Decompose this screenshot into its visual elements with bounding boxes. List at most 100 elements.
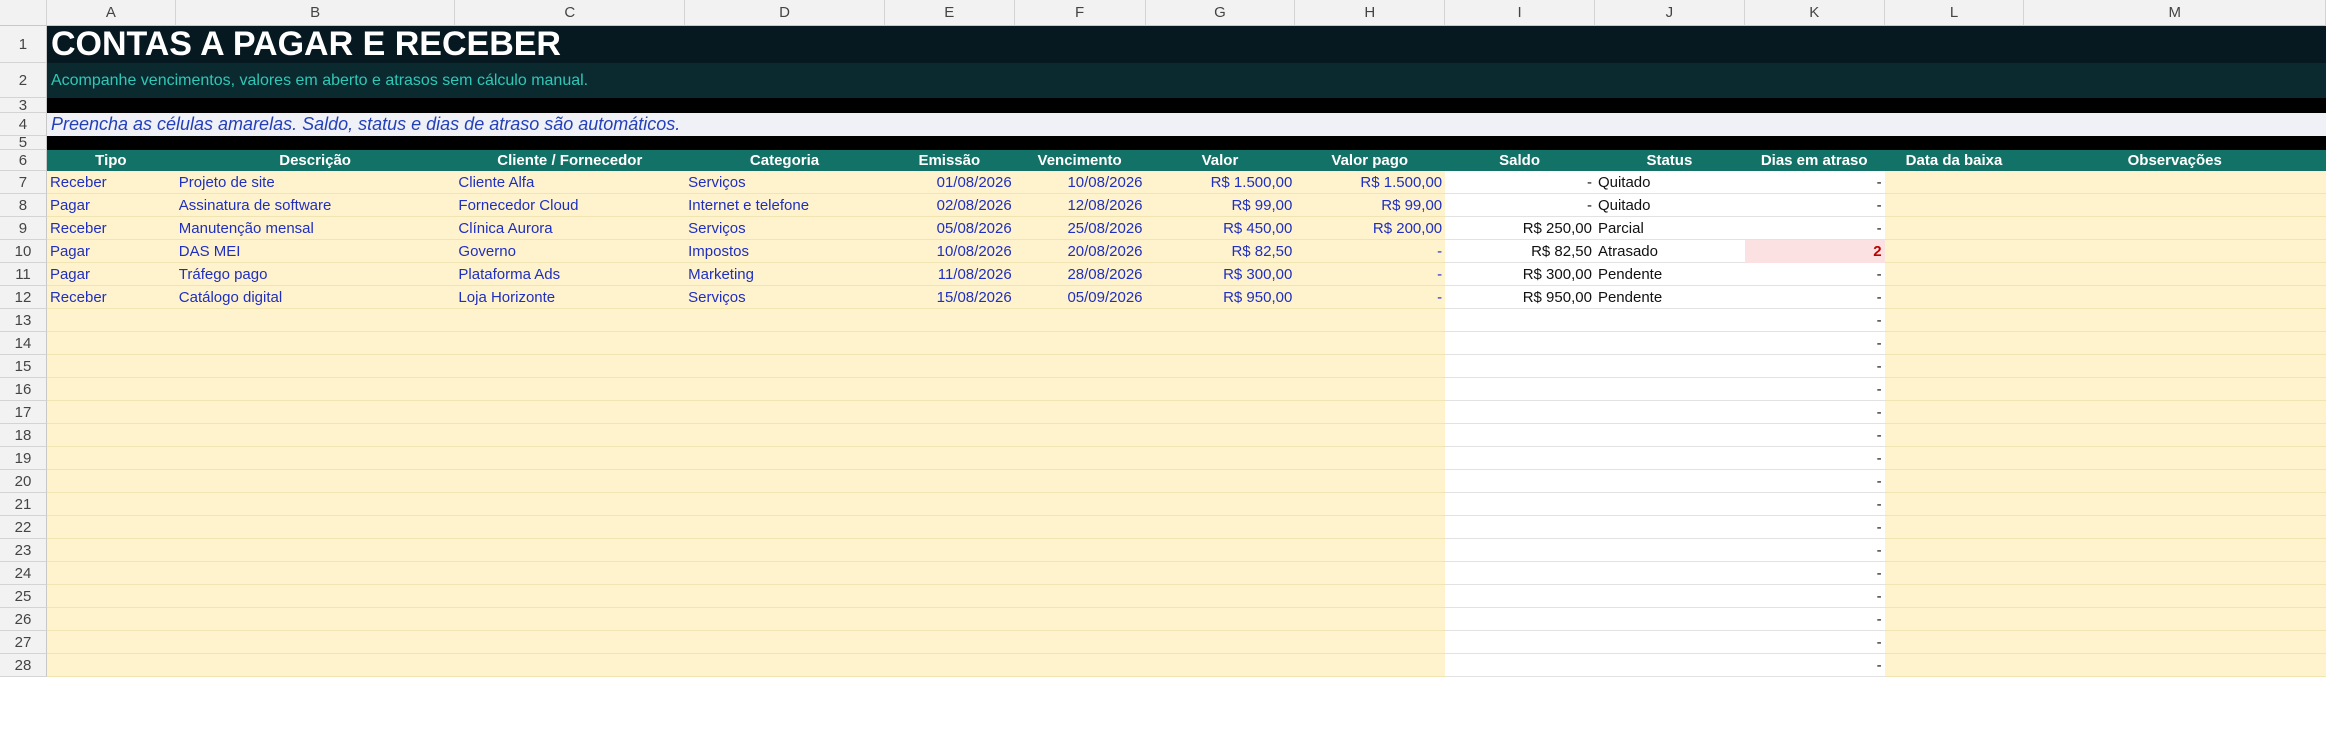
- cell-b26[interactable]: [175, 608, 456, 631]
- cell-g22[interactable]: [1145, 516, 1296, 539]
- cell-m17[interactable]: [2024, 401, 2326, 424]
- cell-i8[interactable]: -: [1445, 194, 1595, 217]
- cell-k7[interactable]: -: [1744, 171, 1885, 194]
- cell-i11[interactable]: R$ 300,00: [1445, 263, 1595, 286]
- column-header-a[interactable]: A: [46, 0, 176, 26]
- select-all-corner[interactable]: [0, 0, 47, 26]
- cell-m9[interactable]: [2024, 217, 2326, 240]
- column-header-h[interactable]: H: [1295, 0, 1446, 26]
- cell-c15[interactable]: [455, 355, 686, 378]
- cell-j11[interactable]: Pendente: [1594, 263, 1745, 286]
- cell-b9[interactable]: Manutenção mensal: [175, 217, 456, 240]
- cell-i19[interactable]: [1445, 447, 1595, 470]
- cell-d27[interactable]: [685, 631, 885, 654]
- cell-d11[interactable]: Marketing: [685, 263, 885, 286]
- cell-j7[interactable]: Quitado: [1594, 171, 1745, 194]
- row-number-9[interactable]: 9: [0, 217, 47, 240]
- header-categoria[interactable]: Categoria: [685, 150, 885, 171]
- cell-m8[interactable]: [2024, 194, 2326, 217]
- cell-f23[interactable]: [1014, 539, 1146, 562]
- cell-f22[interactable]: [1014, 516, 1146, 539]
- cell-e23[interactable]: [884, 539, 1015, 562]
- cell-a8[interactable]: Pagar: [46, 194, 176, 217]
- cell-g21[interactable]: [1145, 493, 1296, 516]
- cell-f11[interactable]: 28/08/2026: [1014, 263, 1146, 286]
- cell-k26[interactable]: -: [1744, 608, 1885, 631]
- row-number-24[interactable]: 24: [0, 562, 47, 585]
- row-number-15[interactable]: 15: [0, 355, 47, 378]
- header-vencimento[interactable]: Vencimento: [1014, 150, 1146, 171]
- cell-b24[interactable]: [175, 562, 456, 585]
- cell-c20[interactable]: [455, 470, 686, 493]
- row-number-22[interactable]: 22: [0, 516, 47, 539]
- cell-h27[interactable]: [1295, 631, 1446, 654]
- cell-f27[interactable]: [1014, 631, 1146, 654]
- cell-k12[interactable]: -: [1744, 286, 1885, 309]
- cell-g18[interactable]: [1145, 424, 1296, 447]
- cell-a13[interactable]: [46, 309, 176, 332]
- cell-a21[interactable]: [46, 493, 176, 516]
- cell-l9[interactable]: [1884, 217, 2025, 240]
- cell-a9[interactable]: Receber: [46, 217, 176, 240]
- cell-l26[interactable]: [1884, 608, 2025, 631]
- cell-e15[interactable]: [884, 355, 1015, 378]
- cell-f14[interactable]: [1014, 332, 1146, 355]
- row-number-2[interactable]: 2: [0, 63, 47, 98]
- cell-e20[interactable]: [884, 470, 1015, 493]
- cell-f9[interactable]: 25/08/2026: [1014, 217, 1146, 240]
- cell-e24[interactable]: [884, 562, 1015, 585]
- cell-c17[interactable]: [455, 401, 686, 424]
- cell-j26[interactable]: [1594, 608, 1745, 631]
- cell-g7[interactable]: R$ 1.500,00: [1145, 171, 1296, 194]
- cell-b22[interactable]: [175, 516, 456, 539]
- cell-c28[interactable]: [455, 654, 686, 677]
- cell-e19[interactable]: [884, 447, 1015, 470]
- cell-h28[interactable]: [1295, 654, 1446, 677]
- cell-i28[interactable]: [1445, 654, 1595, 677]
- cell-h20[interactable]: [1295, 470, 1446, 493]
- cell-j12[interactable]: Pendente: [1594, 286, 1745, 309]
- cell-i7[interactable]: -: [1445, 171, 1595, 194]
- cell-a16[interactable]: [46, 378, 176, 401]
- row-number-18[interactable]: 18: [0, 424, 47, 447]
- cell-c14[interactable]: [455, 332, 686, 355]
- cell-k13[interactable]: -: [1744, 309, 1885, 332]
- column-header-e[interactable]: E: [884, 0, 1015, 26]
- cell-f25[interactable]: [1014, 585, 1146, 608]
- cell-e11[interactable]: 11/08/2026: [884, 263, 1015, 286]
- cell-h23[interactable]: [1295, 539, 1446, 562]
- cell-k25[interactable]: -: [1744, 585, 1885, 608]
- cell-i14[interactable]: [1445, 332, 1595, 355]
- cell-g26[interactable]: [1145, 608, 1296, 631]
- cell-j10[interactable]: Atrasado: [1594, 240, 1745, 263]
- cell-j25[interactable]: [1594, 585, 1745, 608]
- cell-m24[interactable]: [2024, 562, 2326, 585]
- row-number-28[interactable]: 28: [0, 654, 47, 677]
- cell-c27[interactable]: [455, 631, 686, 654]
- cell-f10[interactable]: 20/08/2026: [1014, 240, 1146, 263]
- cell-c9[interactable]: Clínica Aurora: [455, 217, 686, 240]
- cell-g16[interactable]: [1145, 378, 1296, 401]
- cell-a20[interactable]: [46, 470, 176, 493]
- cell-f24[interactable]: [1014, 562, 1146, 585]
- cell-k22[interactable]: -: [1744, 516, 1885, 539]
- cell-d12[interactable]: Serviços: [685, 286, 885, 309]
- cell-c13[interactable]: [455, 309, 686, 332]
- cell-k8[interactable]: -: [1744, 194, 1885, 217]
- cell-l8[interactable]: [1884, 194, 2025, 217]
- cell-d25[interactable]: [685, 585, 885, 608]
- cell-i21[interactable]: [1445, 493, 1595, 516]
- header-emiss-o[interactable]: Emissão: [884, 150, 1015, 171]
- cell-f20[interactable]: [1014, 470, 1146, 493]
- cell-b28[interactable]: [175, 654, 456, 677]
- cell-h16[interactable]: [1295, 378, 1446, 401]
- cell-f13[interactable]: [1014, 309, 1146, 332]
- cell-a22[interactable]: [46, 516, 176, 539]
- cell-f26[interactable]: [1014, 608, 1146, 631]
- cell-i17[interactable]: [1445, 401, 1595, 424]
- cell-i15[interactable]: [1445, 355, 1595, 378]
- cell-f18[interactable]: [1014, 424, 1146, 447]
- cell-j24[interactable]: [1594, 562, 1745, 585]
- cell-b14[interactable]: [175, 332, 456, 355]
- cell-b19[interactable]: [175, 447, 456, 470]
